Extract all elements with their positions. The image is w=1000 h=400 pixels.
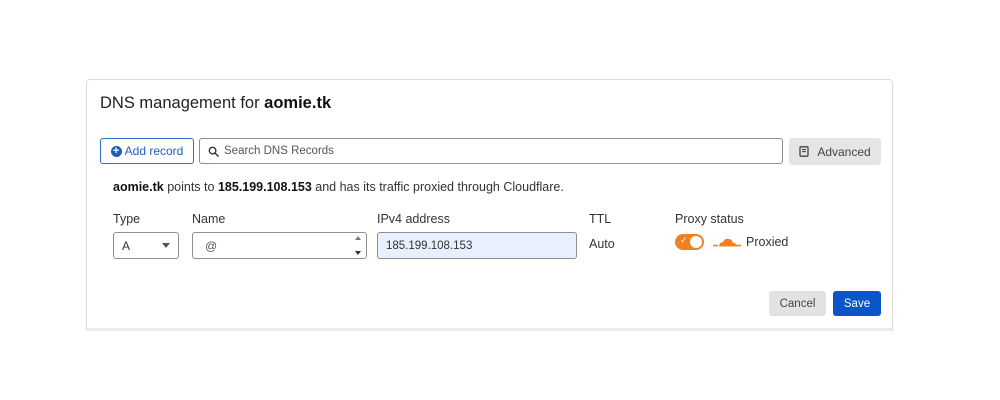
stepper-down-icon[interactable] (355, 251, 361, 255)
proxy-status-label: Proxied (746, 235, 789, 249)
advanced-button[interactable]: Advanced (789, 138, 881, 165)
record-type-select[interactable]: A (113, 232, 179, 259)
save-button[interactable]: Save (833, 291, 881, 316)
toggle-knob (690, 236, 702, 248)
ipv4-address-value: 185.199.108.153 (386, 239, 473, 252)
plus-circle-icon: + (110, 145, 122, 157)
book-icon (799, 146, 809, 157)
info-ip: 185.199.108.153 (217, 180, 312, 194)
page: DNS management for aomie.tk + Add record… (0, 0, 1000, 400)
proxy-status: ✓ Proxied (675, 232, 788, 252)
search-icon (208, 146, 219, 157)
type-column-label: Type (113, 212, 141, 226)
proxy-status-column-label: Proxy status (675, 212, 744, 226)
title-prefix: DNS management for (100, 94, 260, 112)
ipv4-address-input[interactable]: 185.199.108.153 (377, 232, 577, 259)
cancel-button[interactable]: Cancel (769, 291, 826, 316)
info-text-points-to: points to (167, 180, 215, 194)
stepper-up-icon[interactable] (355, 236, 361, 240)
ttl-value: Auto (589, 237, 615, 251)
add-record-button[interactable]: + Add record (100, 138, 194, 164)
add-record-label: Add record (124, 144, 184, 158)
ipv4-column-label: IPv4 address (377, 212, 450, 226)
record-type-value: A (122, 238, 131, 253)
chevron-down-icon (162, 243, 170, 248)
title-domain: aomie.tk (264, 94, 332, 112)
proxy-toggle[interactable]: ✓ (675, 234, 704, 250)
stepper-icon[interactable] (354, 236, 362, 255)
cloud-icon (713, 238, 741, 247)
ttl-column-label: TTL (589, 212, 612, 226)
info-text-proxied: and has its traffic proxied through Clou… (315, 180, 564, 194)
check-icon: ✓ (680, 235, 688, 245)
dns-management-panel: DNS management for aomie.tk + Add record… (86, 79, 893, 331)
name-column-label: Name (192, 212, 226, 226)
advanced-label: Advanced (817, 144, 871, 159)
record-info-text: aomie.tk points to 185.199.108.153 and h… (113, 180, 564, 194)
search-input[interactable] (224, 145, 764, 157)
page-title: DNS management for aomie.tk (100, 94, 331, 113)
record-name-value: @ (205, 238, 218, 253)
search-box (199, 138, 783, 164)
record-name-input[interactable]: @ (192, 232, 367, 259)
info-domain: aomie.tk (113, 180, 164, 194)
